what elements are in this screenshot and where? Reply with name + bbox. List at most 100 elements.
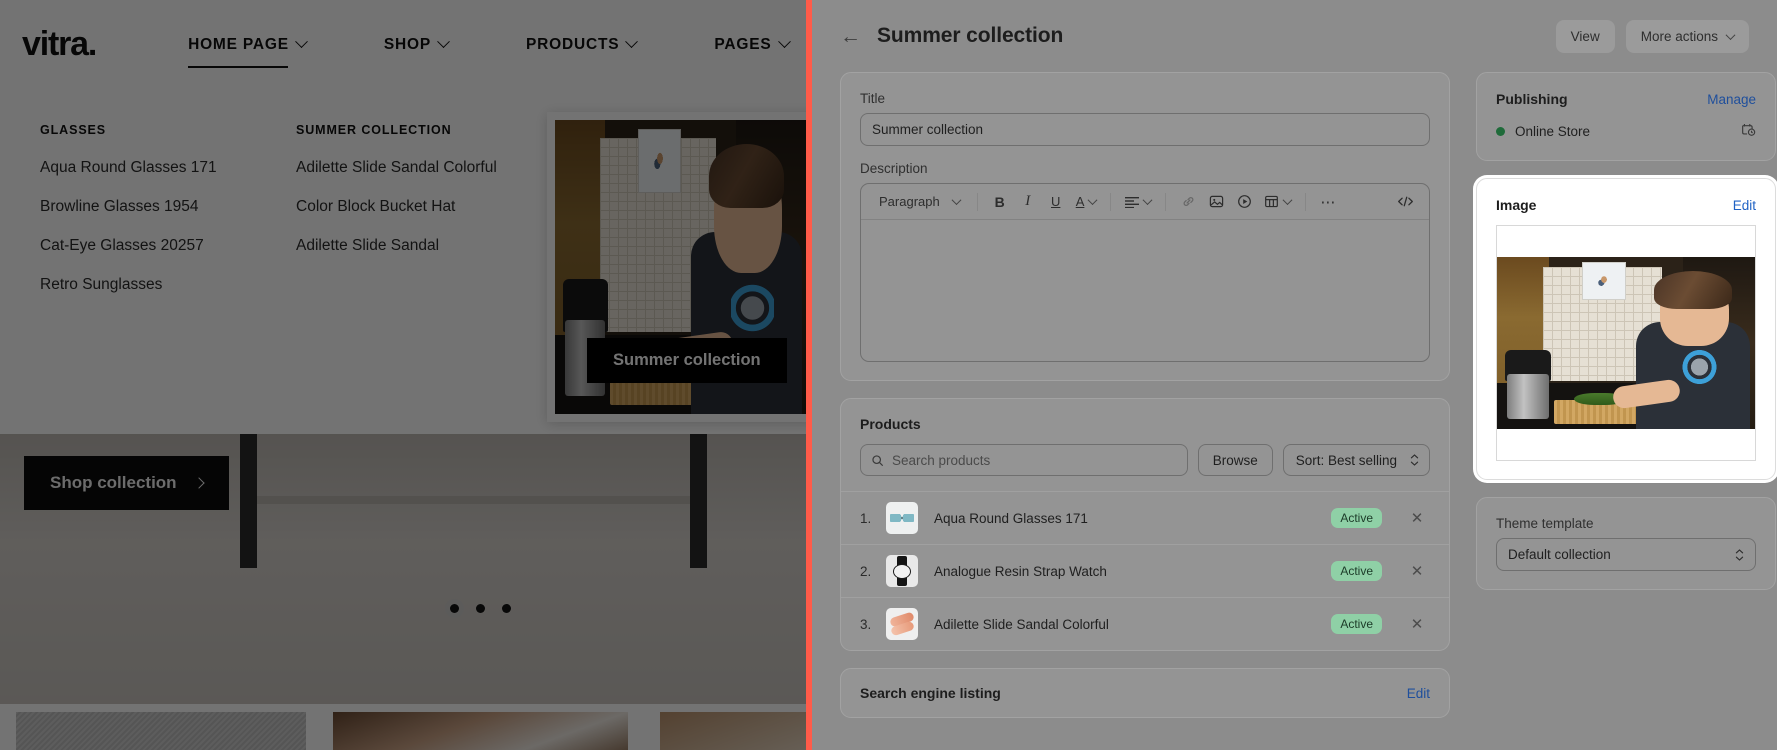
chevron-down-icon — [437, 35, 450, 49]
header-actions: View More actions — [1555, 19, 1749, 53]
nav-item-shop[interactable]: SHOP — [384, 35, 450, 54]
chevron-down-icon — [1142, 195, 1153, 206]
italic-icon[interactable]: I — [1015, 189, 1041, 215]
megamenu-link[interactable]: Adilette Slide Sandal — [296, 237, 497, 255]
chevron-down-icon — [295, 35, 308, 49]
underline-icon[interactable]: U — [1043, 189, 1069, 215]
product-thumbnail — [886, 502, 918, 534]
chevron-down-icon — [625, 35, 639, 49]
publishing-channel-row[interactable]: Online Store — [1496, 121, 1756, 142]
arrow-left-icon[interactable]: ← — [840, 26, 861, 47]
nav-item-label: PRODUCTS — [526, 35, 620, 53]
product-index: 1. — [860, 510, 872, 526]
image-card: Image Edit — [1476, 178, 1776, 480]
product-thumbnail — [886, 608, 918, 640]
text-color-icon[interactable]: A — [1071, 189, 1102, 215]
description-editor: Paragraph B I U A ⋯ — [860, 183, 1430, 362]
megamenu-column-summer: SUMMER COLLECTION Adilette Slide Sandal … — [296, 123, 497, 276]
kitchen-photo — [1497, 257, 1755, 429]
feature-card-label: Summer collection — [587, 338, 787, 383]
nav-item-home-page[interactable]: HOME PAGE — [188, 35, 308, 68]
view-button[interactable]: View — [1555, 19, 1615, 53]
nav-item-pages[interactable]: PAGES — [714, 35, 791, 54]
megamenu-column-glasses: GLASSES Aqua Round Glasses 171 Browline … — [40, 123, 217, 315]
chevron-updown-icon — [1410, 454, 1419, 466]
description-field-label: Description — [860, 161, 928, 176]
megamenu-column-heading: SUMMER COLLECTION — [296, 123, 452, 137]
table-row[interactable]: 1. Aqua Round Glasses 171 Active ✕ — [841, 491, 1449, 544]
nav-item-products[interactable]: PRODUCTS — [526, 35, 639, 54]
carousel-dot[interactable] — [450, 604, 459, 613]
align-left-icon[interactable] — [1120, 189, 1156, 215]
image-preview-frame[interactable] — [1496, 225, 1756, 461]
image-edit-link[interactable]: Edit — [1733, 198, 1756, 213]
chevron-down-icon — [951, 195, 962, 206]
manage-link[interactable]: Manage — [1707, 92, 1756, 107]
product-name: Adilette Slide Sandal Colorful — [934, 616, 1109, 632]
status-dot-icon — [1496, 127, 1505, 136]
sort-select[interactable]: Sort: Best selling — [1282, 444, 1430, 476]
insert-image-icon[interactable] — [1203, 189, 1229, 215]
brand-logo[interactable]: vitra. — [22, 25, 97, 64]
product-tile[interactable] — [16, 712, 306, 750]
products-heading: Products — [860, 416, 921, 432]
close-icon[interactable]: ✕ — [1404, 509, 1430, 527]
table-row[interactable]: 3. Adilette Slide Sandal Colorful Active… — [841, 597, 1449, 650]
link-icon[interactable] — [1175, 189, 1201, 215]
product-tile[interactable] — [660, 712, 806, 750]
calendar-clock-icon[interactable] — [1740, 121, 1756, 142]
close-icon[interactable]: ✕ — [1404, 615, 1430, 633]
image-card-header: Image Edit — [1496, 197, 1756, 213]
carousel-dot[interactable] — [476, 604, 485, 613]
bold-icon[interactable]: B — [987, 189, 1013, 215]
insert-table-icon[interactable] — [1259, 189, 1296, 215]
page-title: Summer collection — [877, 24, 1064, 47]
title-input[interactable] — [860, 113, 1430, 146]
toolbar-divider — [1165, 192, 1167, 211]
publishing-header: Publishing Manage — [1496, 91, 1756, 107]
megamenu-feature-card[interactable]: Summer collection — [547, 112, 806, 422]
megamenu-link[interactable]: Cat-Eye Glasses 20257 — [40, 237, 217, 255]
megamenu-link[interactable]: Browline Glasses 1954 — [40, 198, 217, 216]
seo-edit-link[interactable]: Edit — [1407, 686, 1430, 701]
shelf-leg-left — [240, 434, 257, 568]
more-horizontal-icon[interactable]: ⋯ — [1315, 189, 1341, 215]
browse-button[interactable]: Browse — [1197, 444, 1273, 476]
product-tile[interactable] — [333, 712, 628, 750]
code-icon[interactable] — [1392, 189, 1419, 215]
status-badge: Active — [1331, 561, 1382, 581]
rte-toolbar: Paragraph B I U A ⋯ — [861, 184, 1429, 220]
paragraph-style-dropdown[interactable]: Paragraph — [871, 189, 968, 215]
editor-header: ← Summer collection View More actions — [812, 0, 1777, 72]
megamenu-link[interactable]: Adilette Slide Sandal Colorful — [296, 159, 497, 177]
megamenu-link[interactable]: Aqua Round Glasses 171 — [40, 159, 217, 177]
search-products-input[interactable]: Search products — [860, 444, 1188, 476]
theme-template-label: Theme template — [1496, 516, 1594, 531]
more-actions-label: More actions — [1640, 28, 1718, 44]
theme-template-card: Theme template Default collection — [1476, 497, 1776, 590]
storefront-preview: Shop collection GLASSES Aqua Round Glass… — [0, 0, 806, 750]
megamenu-link[interactable]: Color Block Bucket Hat — [296, 198, 497, 216]
shop-collection-button[interactable]: Shop collection — [24, 456, 229, 510]
shelf-plank — [240, 496, 700, 504]
insert-video-icon[interactable] — [1231, 189, 1257, 215]
nav-links: HOME PAGE SHOP PRODUCTS PAGES — [188, 35, 806, 68]
more-actions-button[interactable]: More actions — [1625, 19, 1749, 53]
products-controls: Search products Browse Sort: Best sellin… — [860, 444, 1430, 476]
view-button-label: View — [1570, 28, 1600, 44]
carousel-dot[interactable] — [502, 604, 511, 613]
description-textarea[interactable] — [861, 220, 1429, 361]
theme-template-select[interactable]: Default collection — [1496, 538, 1756, 571]
chevron-down-icon — [1282, 195, 1293, 206]
editor-main-column: Title Description Paragraph B I U — [840, 72, 1450, 750]
details-card: Title Description Paragraph B I U — [840, 72, 1450, 381]
close-icon[interactable]: ✕ — [1404, 562, 1430, 580]
browse-button-label: Browse — [1212, 452, 1258, 468]
collection-editor-panel: ← Summer collection View More actions Ti… — [806, 0, 1777, 750]
megamenu-link[interactable]: Retro Sunglasses — [40, 276, 217, 294]
table-row[interactable]: 2. Analogue Resin Strap Watch Active ✕ — [841, 544, 1449, 597]
carousel-dots[interactable] — [450, 604, 511, 613]
publishing-heading: Publishing — [1496, 91, 1568, 107]
chevron-updown-icon — [1735, 548, 1744, 561]
product-name: Aqua Round Glasses 171 — [934, 510, 1088, 526]
